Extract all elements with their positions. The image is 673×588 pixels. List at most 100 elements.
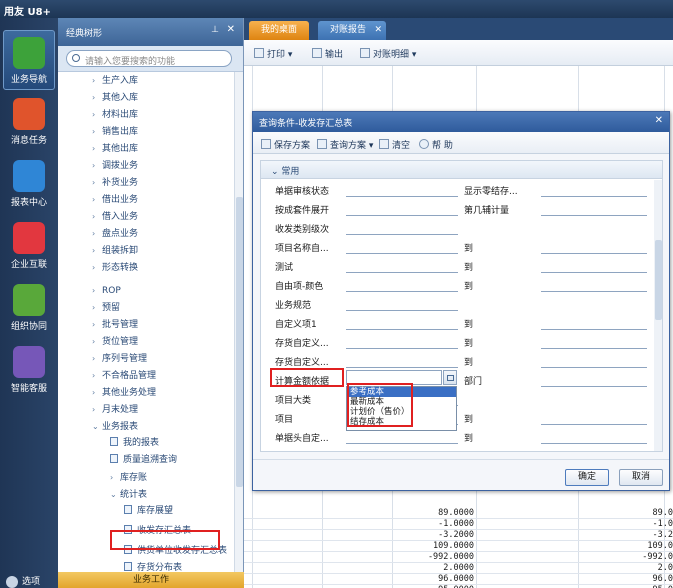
field-input-right[interactable] [541, 253, 647, 254]
clear-button[interactable]: 清空 [379, 138, 410, 151]
field-input[interactable] [346, 234, 458, 235]
field-input[interactable] [346, 196, 458, 197]
chevron-right-icon: › [92, 127, 96, 136]
tree-node[interactable]: › 材料出库 [92, 106, 138, 123]
section-header[interactable]: ⌄ 常用 [261, 161, 662, 179]
search-icon [72, 54, 80, 62]
tree-node[interactable]: › 不合格品管理 [92, 367, 156, 384]
field-input-right[interactable] [541, 291, 647, 292]
field-input[interactable] [346, 272, 458, 273]
detail-icon [360, 48, 370, 58]
chevron-right-icon: › [92, 195, 96, 204]
tree-node[interactable]: › 组装拆卸 [92, 242, 138, 259]
tree-node[interactable]: › ROP [92, 282, 121, 299]
cancel-button[interactable]: 取消 [619, 469, 663, 486]
field-input-right[interactable] [541, 424, 647, 425]
scrollbar-thumb[interactable] [236, 197, 243, 487]
field-input-right[interactable] [541, 367, 647, 368]
rail-item-message-task[interactable]: 消息任务 [3, 92, 55, 152]
field-input-right[interactable] [541, 329, 647, 330]
rail-item-business-nav[interactable]: 业务导航 [3, 30, 55, 90]
tree-node[interactable]: › 库存账 [110, 469, 147, 486]
field-input[interactable] [346, 253, 458, 254]
field-label: 自定义项1 [275, 320, 317, 330]
calendar-grid-icon [447, 375, 454, 381]
export-button[interactable]: 输出 [312, 47, 343, 60]
tree-leaf[interactable]: 质量追溯查询 [110, 452, 177, 469]
rail-item-report-center[interactable]: 报表中心 [3, 154, 55, 214]
rail-item-smart-service[interactable]: 智能客服 [3, 340, 55, 400]
dialog-title-bar: 查询条件-收发存汇总表 ✕ [253, 112, 669, 132]
tree-node[interactable]: › 借入业务 [92, 208, 138, 225]
tree-node[interactable]: › 其他出库 [92, 140, 138, 157]
rail-item-org-collab[interactable]: 组织协同 [3, 278, 55, 338]
table-cell: 2.0 [657, 563, 673, 573]
print-button[interactable]: 打印 ▾ [254, 47, 292, 60]
document-icon [110, 454, 118, 463]
tree-search-input[interactable]: 请输入您要搜索的功能 [66, 50, 232, 67]
tree-node[interactable]: › 其他入库 [92, 89, 138, 106]
business-work-tab[interactable]: 业务工作 [58, 572, 244, 588]
form-row: 存货自定义... 到 [261, 332, 653, 350]
enterprise-link-icon [13, 222, 45, 254]
rail-item-enterprise-link[interactable]: 企业互联 [3, 216, 55, 276]
chevron-right-icon: › [92, 161, 96, 170]
tree-node[interactable]: › 借出业务 [92, 191, 138, 208]
field-input[interactable] [346, 367, 458, 368]
close-icon[interactable]: ✕ [374, 21, 382, 39]
field-input[interactable] [346, 215, 458, 216]
tab-my-desktop[interactable]: 我的桌面 [249, 21, 310, 40]
tree-node[interactable]: › 预留 [92, 299, 120, 316]
close-icon[interactable]: ✕ [227, 24, 235, 35]
dialog-scrollbar[interactable] [654, 180, 662, 451]
field-input[interactable] [346, 348, 458, 349]
tree-node[interactable]: › 调拨业务 [92, 157, 138, 174]
scrollbar-thumb[interactable] [655, 240, 662, 320]
tree-node[interactable]: › 其他业务处理 [92, 384, 156, 401]
field-label-right: 到 [464, 282, 474, 292]
app-title: 用友 U8+ [4, 7, 51, 18]
tree-node-expanded[interactable]: ⌄ 业务报表 [92, 418, 138, 435]
field-input-right[interactable] [541, 215, 647, 216]
tree-leaf[interactable]: 我的报表 [110, 435, 159, 452]
reconcile-detail-button[interactable]: 对账明细 ▾ [360, 47, 416, 60]
pin-icon[interactable]: ⊥ [211, 25, 219, 35]
field-input[interactable] [346, 291, 458, 292]
field-input-right[interactable] [541, 272, 647, 273]
help-icon [419, 139, 429, 149]
tree-node[interactable]: › 货位管理 [92, 333, 138, 350]
calc-basis-picker-button[interactable] [443, 370, 457, 385]
form-row: 项目 到 [261, 408, 653, 426]
field-input-right[interactable] [541, 348, 647, 349]
tree-node-expanded[interactable]: ⌄ 统计表 [110, 486, 147, 503]
table-cell: -992.0 [642, 552, 673, 562]
tree-node[interactable]: › 月末处理 [92, 401, 138, 418]
tree-node[interactable]: › 盘点业务 [92, 225, 138, 242]
tree-node[interactable]: › 销售出库 [92, 123, 138, 140]
tree-node[interactable]: › 批号管理 [92, 316, 138, 333]
save-scheme-button[interactable]: 保存方案 [261, 138, 310, 151]
tree-node[interactable]: › 形态转换 [92, 259, 138, 276]
query-scheme-button[interactable]: 查询方案 ▾ [317, 138, 373, 151]
field-input-right[interactable] [541, 386, 647, 387]
field-input-right[interactable] [541, 196, 647, 197]
ok-button[interactable]: 确定 [565, 469, 609, 486]
report-toolbar: 打印 ▾ 输出 对账明细 ▾ [244, 40, 673, 66]
help-button[interactable]: 帮 助 [419, 138, 453, 151]
close-icon[interactable]: ✕ [655, 115, 663, 126]
tree-node[interactable]: › 序列号管理 [92, 350, 147, 367]
report-center-icon [13, 160, 45, 192]
options-button[interactable]: 选项 [6, 574, 40, 588]
tree-node[interactable]: › 补货业务 [92, 174, 138, 191]
field-input[interactable] [346, 329, 458, 330]
chevron-right-icon: › [92, 286, 96, 295]
org-collab-icon [13, 284, 45, 316]
field-input[interactable] [346, 310, 458, 311]
tree-scrollbar[interactable] [234, 72, 243, 588]
tab-reconcile-report[interactable]: 对账报告 ✕ [318, 21, 387, 40]
tree-leaf[interactable]: 库存展望 [124, 503, 173, 520]
field-input-right[interactable] [541, 443, 647, 444]
chevron-right-icon: › [92, 246, 96, 255]
tree-node[interactable]: › 生产入库 [92, 72, 138, 89]
field-input[interactable] [346, 443, 458, 444]
